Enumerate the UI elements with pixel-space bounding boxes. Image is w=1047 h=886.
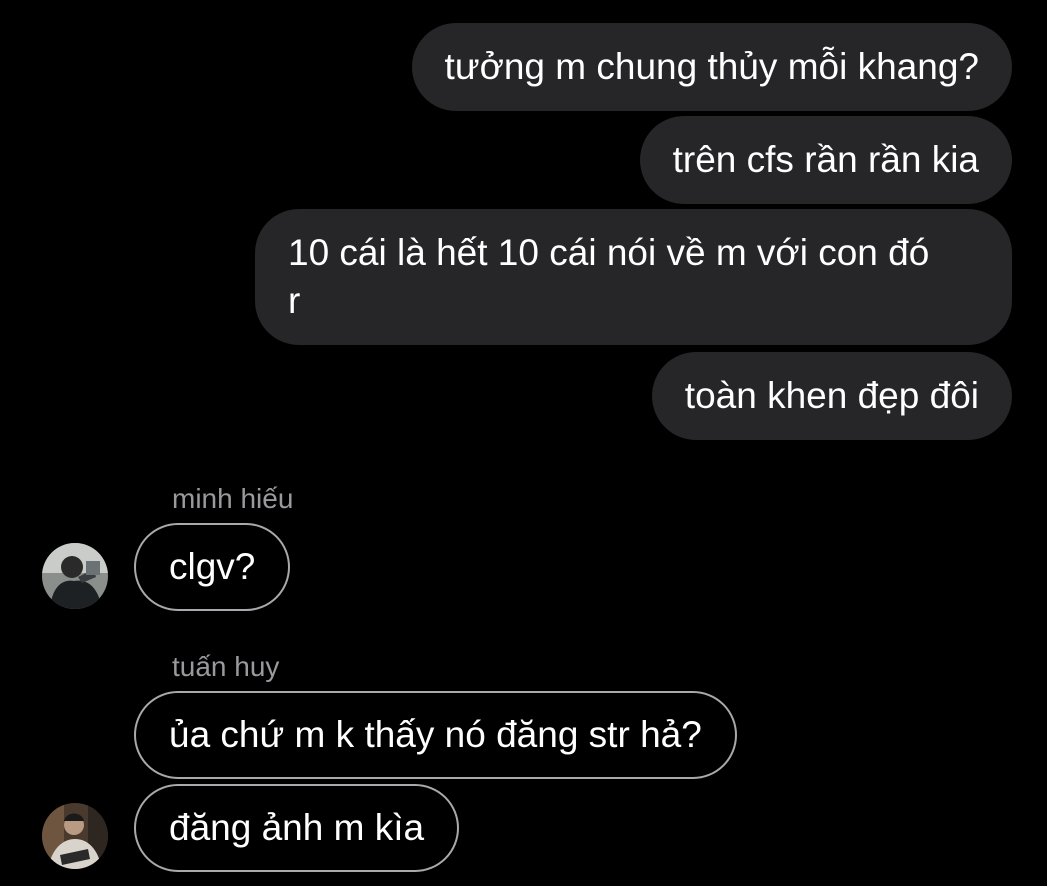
avatar-photo-icon — [42, 803, 108, 869]
sender-name: minh hiếu — [172, 483, 294, 514]
incoming-message[interactable]: clgv? — [134, 523, 291, 611]
chat-thread: tưởng m chung thủy mỗi khang? trên cfs r… — [0, 0, 1047, 886]
user-avatar-icon[interactable] — [42, 803, 108, 869]
sender-name: tuấn huy — [172, 651, 280, 682]
outgoing-message[interactable]: toàn khen đẹp đôi — [651, 352, 1012, 440]
outgoing-message[interactable]: tưởng m chung thủy mỗi khang? — [411, 23, 1012, 111]
incoming-message[interactable]: ủa chứ m k thấy nó đăng str hả? — [134, 691, 737, 779]
avatar-photo-icon — [42, 543, 108, 609]
outgoing-message[interactable]: trên cfs rần rần kia — [639, 116, 1012, 204]
incoming-message[interactable]: đăng ảnh m kìa — [134, 784, 460, 872]
user-avatar-icon[interactable] — [42, 543, 108, 609]
outgoing-message[interactable]: 10 cái là hết 10 cái nói về m với con đó… — [255, 209, 1012, 345]
